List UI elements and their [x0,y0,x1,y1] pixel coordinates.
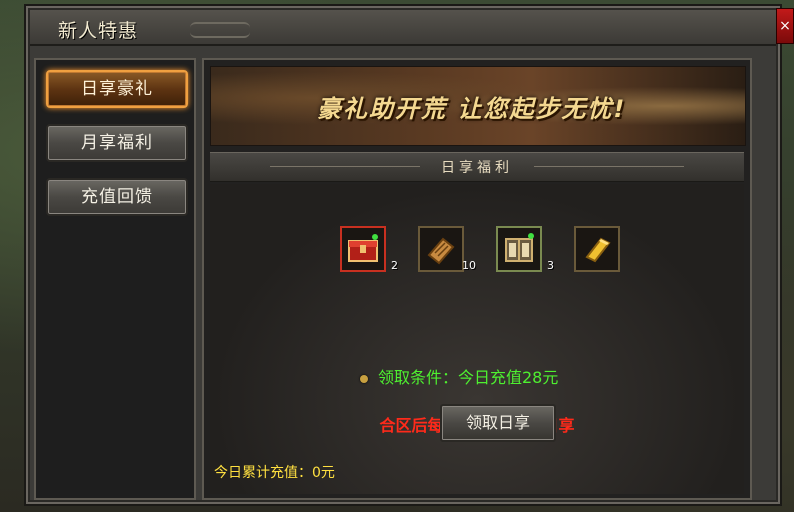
close-icon[interactable]: × [776,8,794,44]
nav-daily-gift[interactable]: 日享豪礼 [46,70,188,108]
window-title: 新人特惠 [58,20,139,42]
nav-recharge-reward[interactable]: 充值回馈 [46,178,188,216]
gold-bar-icon[interactable] [574,226,620,272]
item-count: 10 [462,259,476,272]
claim-condition: 领取条件：今日充值28元 [360,364,558,388]
promo-banner: 豪礼助开荒 让您起步无忧! [210,66,746,146]
scroll-icon[interactable]: 10 [418,226,476,272]
claim-daily-button[interactable]: 领取日享 [440,404,556,442]
content-panel: 豪礼助开荒 让您起步无忧! 日享福利 2 10 3 领取条件：今日充值28元 领… [202,58,752,500]
window-titlebar: 新人特惠 [30,10,776,46]
reward-area: 2 10 3 领取条件：今日充值28元 [210,184,744,494]
section-header: 日享福利 [210,152,744,182]
condition-text: 领取条件：今日充值28元 [378,368,559,387]
banner-slogan: 豪礼助开荒 让您起步无忧! [317,95,627,123]
title-ornament [190,22,250,38]
bullet-icon [360,374,368,383]
item-count: 3 [547,259,554,272]
book-icon[interactable]: 3 [496,226,554,272]
section-title: 日享福利 [441,160,513,176]
red-chest-icon[interactable]: 2 [340,226,398,272]
item-count: 2 [391,259,398,272]
reward-items: 2 10 3 [340,226,640,276]
side-nav: 日享豪礼 月享福利 充值回馈 [34,58,196,500]
newbie-offer-window: 新人特惠 日享豪礼 月享福利 充值回馈 豪礼助开荒 让您起步无忧! 日享福利 2… [24,4,782,506]
nav-monthly-benefit[interactable]: 月享福利 [46,124,188,162]
total-recharge-today: 今日累计充值：0元 [214,465,335,481]
